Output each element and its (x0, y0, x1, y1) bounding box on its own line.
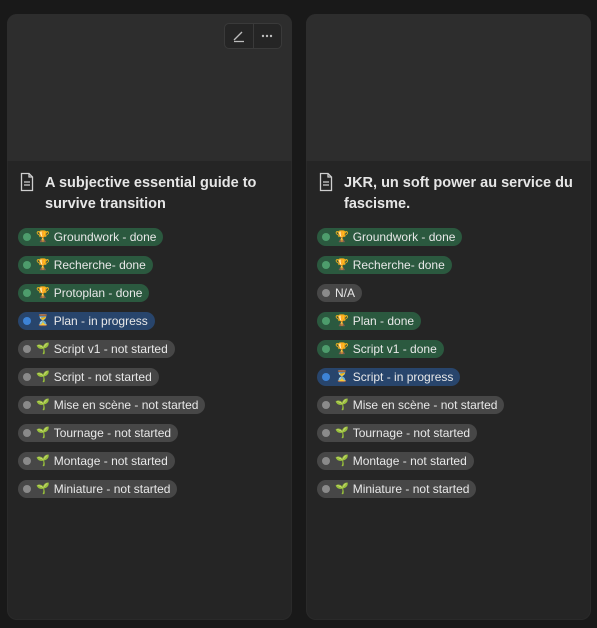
status-tag: 🏆 Recherche- done (317, 256, 452, 274)
card-title-row: A subjective essential guide to survive … (7, 161, 292, 215)
seedling-icon: 🌱 (36, 426, 50, 439)
seedling-icon: 🌱 (335, 454, 349, 467)
status-tag: N/A (317, 284, 363, 302)
status-tag: 🏆 Groundwork - done (317, 228, 463, 246)
status-tag-list: 🏆 Groundwork - done 🏆 Recherche- done N/A … (306, 215, 591, 508)
trophy-icon: 🏆 (335, 314, 349, 327)
trophy-icon: 🏆 (335, 230, 349, 243)
status-tag: 🏆 Protoplan - done (18, 284, 150, 302)
status-tag: 🌱 Miniature - not started (317, 480, 477, 498)
status-tag: 🏆 Groundwork - done (18, 228, 164, 246)
status-tag: 🌱 Script - not started (18, 368, 159, 386)
page-icon (20, 172, 34, 192)
seedling-icon: 🌱 (36, 454, 50, 467)
status-tag: 🏆 Script v1 - done (317, 340, 444, 358)
status-tag: 🌱 Script v1 - not started (18, 340, 175, 358)
seedling-icon: 🌱 (335, 398, 349, 411)
card-title[interactable]: JKR, un soft power au service du fascism… (344, 173, 573, 215)
status-tag-list: 🏆 Groundwork - done 🏆 Recherche- done 🏆 Pro… (7, 215, 292, 508)
status-tag: 🌱 Montage - not started (18, 452, 175, 470)
seedling-icon: 🌱 (36, 342, 50, 355)
card-cover[interactable] (306, 14, 591, 161)
edit-pencil-icon (233, 31, 244, 43)
gallery-card[interactable]: A subjective essential guide to survive … (7, 14, 292, 620)
card-cover[interactable] (7, 14, 292, 161)
gallery-card[interactable]: JKR, un soft power au service du fascism… (306, 14, 591, 620)
card-title[interactable]: A subjective essential guide to survive … (45, 173, 256, 215)
status-tag: 🌱 Mise en scène - not started (317, 396, 505, 414)
status-tag: 🏆 Recherche- done (18, 256, 153, 274)
status-tag: 🌱 Tournage - not started (18, 424, 179, 442)
card-toolbar (224, 23, 282, 49)
more-options-button[interactable] (252, 24, 282, 48)
more-dots-icon (262, 34, 273, 38)
status-tag: 🌱 Tournage - not started (317, 424, 478, 442)
card-title-row: JKR, un soft power au service du fascism… (306, 161, 591, 215)
status-tag: 🌱 Mise en scène - not started (18, 396, 206, 414)
status-tag: 🌱 Montage - not started (317, 452, 474, 470)
seedling-icon: 🌱 (335, 426, 349, 439)
seedling-icon: 🌱 (335, 482, 349, 495)
page-icon (319, 172, 333, 192)
seedling-icon: 🌱 (36, 482, 50, 495)
trophy-icon: 🏆 (36, 230, 50, 243)
seedling-icon: 🌱 (36, 370, 50, 383)
trophy-icon: 🏆 (36, 258, 50, 271)
trophy-icon: 🏆 (335, 258, 349, 271)
hourglass-icon: ⏳ (36, 314, 50, 327)
status-tag: 🏆 Plan - done (317, 312, 422, 330)
trophy-icon: 🏆 (335, 342, 349, 355)
seedling-icon: 🌱 (36, 398, 50, 411)
hourglass-icon: ⏳ (335, 370, 349, 383)
status-tag: ⏳ Script - in progress (317, 368, 461, 386)
trophy-icon: 🏆 (36, 286, 50, 299)
status-tag: ⏳ Plan - in progress (18, 312, 155, 330)
edit-button[interactable] (225, 24, 253, 48)
status-tag: 🌱 Miniature - not started (18, 480, 178, 498)
